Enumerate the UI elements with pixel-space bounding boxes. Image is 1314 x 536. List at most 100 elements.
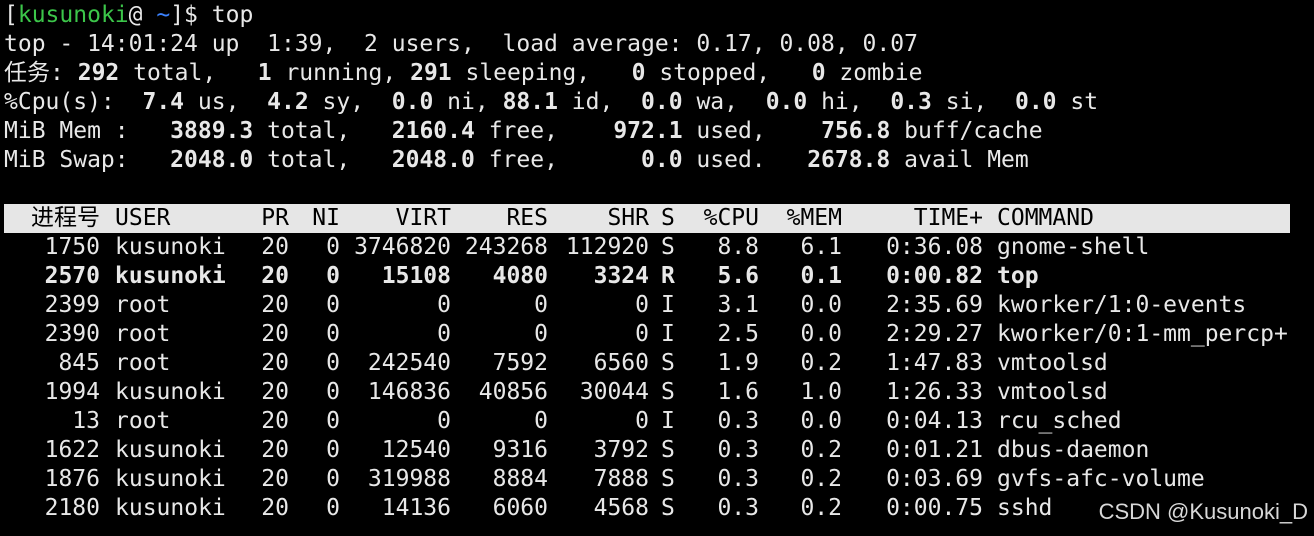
cpu-sy-label: sy, [308, 89, 392, 115]
process-ni: 0 [326, 263, 340, 289]
process-mem: 0.2 [800, 350, 842, 376]
process-cpu: 0.3 [717, 408, 759, 434]
mem-buff-label: buff/cache [890, 118, 1043, 144]
process-time: 2:35.69 [886, 292, 983, 318]
process-virt: 242540 [367, 350, 451, 376]
cpu-line: %Cpu(s): 7.4 us, 4.2 sy, 0.0 ni, 88.1 id… [4, 88, 1310, 117]
column-header-state: S [661, 205, 675, 231]
process-cpu: 0.3 [717, 466, 759, 492]
process-pr: 20 [261, 292, 289, 318]
process-pid: 1876 [44, 466, 100, 492]
cpu-hi: 0.0 [765, 89, 808, 115]
process-ni: 0 [326, 234, 340, 260]
process-row: 1622 kusunoki 20 0 12540 9316 3792 S 0.3… [4, 436, 1310, 465]
process-cpu: 3.1 [717, 292, 759, 318]
process-command: kworker/1:0-events [997, 292, 1247, 318]
process-virt: 0 [437, 408, 451, 434]
process-shr: 0 [635, 321, 649, 347]
process-mem: 0.1 [800, 263, 842, 289]
process-user: kusunoki [115, 379, 226, 405]
swap-total-label: total, [253, 147, 392, 173]
process-virt: 146836 [367, 379, 451, 405]
tasks-total: 292 [77, 60, 120, 86]
process-pr: 20 [261, 263, 289, 289]
process-command: top [997, 263, 1039, 289]
process-state: S [661, 379, 675, 405]
mem-free-label: free, [474, 118, 614, 144]
cpu-si-label: si, [931, 89, 1015, 115]
column-header-user: USER [115, 205, 171, 231]
tasks-running: 1 [257, 60, 272, 86]
process-pid: 1994 [44, 379, 100, 405]
cpu-us-label: us, [184, 89, 268, 115]
process-user: kusunoki [115, 234, 226, 260]
swap-line: MiB Swap: 2048.0 total, 2048.0 free, 0.0… [4, 146, 1310, 175]
swap-avail-label: avail Mem [890, 147, 1029, 173]
process-user: root [115, 408, 171, 434]
cpu-hi-label: hi, [807, 89, 891, 115]
process-ni: 0 [326, 437, 340, 463]
mem-free: 2160.4 [391, 118, 475, 144]
swap-label: MiB Swap: [4, 147, 171, 173]
mem-used: 972.1 [613, 118, 683, 144]
column-header-pid: 进程号 [31, 205, 100, 231]
process-virt: 3746820 [354, 234, 451, 260]
process-res: 4080 [492, 263, 548, 289]
process-pr: 20 [261, 466, 289, 492]
process-res: 243268 [464, 234, 548, 260]
process-res: 40856 [478, 379, 548, 405]
tasks-sleeping: 291 [410, 60, 452, 86]
process-state: I [661, 408, 675, 434]
tasks-stopped-label: stopped, [645, 60, 812, 86]
process-state: I [661, 321, 675, 347]
process-user: kusunoki [115, 466, 226, 492]
process-cpu: 0.3 [717, 495, 759, 521]
cpu-id-label: id, [557, 89, 642, 115]
swap-used-label: used. [682, 147, 808, 173]
shell-prompt-line: [kusunoki@ ~]$ top [4, 1, 1310, 30]
process-mem: 1.0 [800, 379, 842, 405]
prompt-path: ~ [156, 2, 171, 28]
process-res: 0 [534, 408, 548, 434]
column-header-mem: %MEM [786, 205, 842, 231]
process-row: 2399 root 20 0 0 0 0 I 3.1 0.0 2:35.69 k… [4, 291, 1310, 320]
tasks-line: 任务: 292 total, 1 running, 291 sleeping, … [4, 59, 1310, 88]
process-virt: 0 [437, 292, 451, 318]
process-mem: 0.0 [800, 321, 842, 347]
process-time: 2:29.27 [886, 321, 983, 347]
process-cpu: 1.9 [717, 350, 759, 376]
process-user: root [115, 292, 171, 318]
process-command: gnome-shell [997, 234, 1150, 260]
process-pid: 13 [72, 408, 100, 434]
process-time: 0:00.82 [886, 263, 983, 289]
terminal-window[interactable]: [kusunoki@ ~]$ top top - 14:01:24 up 1:3… [4, 1, 1310, 175]
process-time: 1:26.33 [886, 379, 983, 405]
column-header-shr: SHR [607, 205, 649, 231]
process-pr: 20 [261, 495, 289, 521]
process-cpu: 2.5 [717, 321, 759, 347]
swap-free-label: free, [474, 147, 642, 173]
process-mem: 0.0 [800, 408, 842, 434]
process-shr: 112920 [565, 234, 649, 260]
mem-buff: 756.8 [821, 118, 891, 144]
process-pid: 845 [58, 350, 100, 376]
process-state: S [661, 437, 675, 463]
prompt-at: @ [128, 2, 157, 28]
mem-line: MiB Mem : 3889.3 total, 2160.4 free, 972… [4, 117, 1310, 146]
process-row: 1750 kusunoki 20 0 3746820 243268 112920… [4, 233, 1310, 262]
prompt-user: kusunoki [17, 2, 129, 28]
process-ni: 0 [326, 408, 340, 434]
process-table-header: 进程号 USER PR NI VIRT RES SHR S %CPU %MEM … [4, 204, 1290, 233]
tasks-zombie-label: zombie [825, 60, 923, 86]
cpu-label: %Cpu(s): [4, 89, 143, 115]
process-command: vmtoolsd [997, 379, 1108, 405]
process-user: root [115, 321, 171, 347]
process-pr: 20 [261, 321, 289, 347]
process-ni: 0 [326, 350, 340, 376]
process-shr: 0 [635, 292, 649, 318]
tasks-stopped: 0 [631, 60, 646, 86]
process-command: dbus-daemon [997, 437, 1150, 463]
process-ni: 0 [326, 321, 340, 347]
process-pid: 2390 [44, 321, 100, 347]
process-shr: 0 [635, 408, 649, 434]
